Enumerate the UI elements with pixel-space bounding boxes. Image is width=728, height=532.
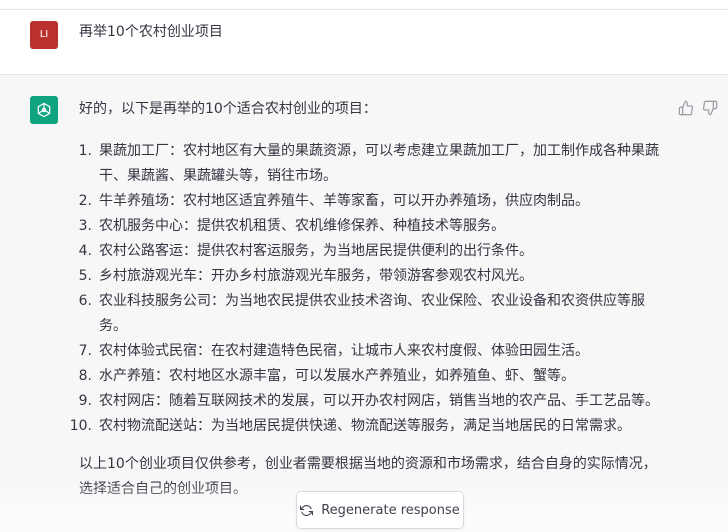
list-item-text: 牛羊养殖场：农村地区适宜养殖牛、羊等家畜，可以开办养殖场，供应肉制品。 [99, 193, 589, 209]
list-item: 7. 农村体验式民宿：在农村建造特色民宿，让城市人来农村度假、体验田园生活。 [79, 339, 669, 364]
list-item: 3. 农机服务中心：提供农机租赁、农机维修保养、种植技术等服务。 [79, 214, 669, 239]
list-item: 2. 牛羊养殖场：农村地区适宜养殖牛、羊等家畜，可以开办养殖场，供应肉制品。 [79, 189, 669, 214]
list-item-text: 农业科技服务公司：为当地农民提供农业技术咨询、农业保险、农业设备和农资供应等服务… [99, 293, 645, 334]
list-item-text: 农村网店：随着互联网技术的发展，可以开办农村网店，销售当地的农产品、手工艺品等。 [99, 393, 659, 409]
list-item-text: 农村物流配送站：为当地居民提供快递、物流配送等服务，满足当地居民的日常需求。 [99, 418, 631, 434]
list-number: 1. [78, 143, 92, 159]
thumbs-up-icon[interactable] [678, 100, 694, 116]
regenerate-response-button[interactable]: Regenerate response [296, 491, 464, 529]
top-divider [0, 0, 728, 10]
user-message-text: 再举10个农村创业项目 [79, 24, 223, 40]
list-number: 9. [78, 393, 92, 409]
list-number: 5. [78, 268, 92, 284]
list-item: 10. 农村物流配送站：为当地居民提供快递、物流配送等服务，满足当地居民的日常需求… [70, 414, 669, 439]
list-item: 5. 乡村旅游观光车：开办乡村旅游观光车服务，带领游客参观农村风光。 [79, 264, 669, 289]
assistant-message-content: 好的，以下是再举的10个适合农村创业的项目： 1. 果蔬加工厂：农村地区有大量的果… [70, 97, 669, 502]
assistant-intro: 好的，以下是再举的10个适合农村创业的项目： [79, 101, 377, 117]
list-number: 4. [78, 243, 92, 259]
list-number: 10. [69, 418, 92, 434]
user-message-row: LI 再举10个农村创业项目 [0, 10, 728, 75]
feedback-buttons [678, 100, 718, 116]
list-item-text: 农村公路客运：提供农村客运服务，为当地居民提供便利的出行条件。 [99, 243, 533, 259]
regenerate-label: Regenerate response [321, 502, 460, 518]
list-item-text: 农村体验式民宿：在农村建造特色民宿，让城市人来农村度假、体验田园生活。 [99, 343, 589, 359]
list-item-text: 乡村旅游观光车：开办乡村旅游观光车服务，带领游客参观农村风光。 [99, 268, 533, 284]
list-number: 2. [78, 193, 92, 209]
list-number: 6. [78, 293, 92, 309]
list-item-text: 果蔬加工厂：农村地区有大量的果蔬资源，可以考虑建立果蔬加工厂，加工制作成各种果蔬… [99, 143, 659, 184]
user-avatar: LI [30, 21, 58, 49]
list-item: 8. 水产养殖：农村地区水源丰富，可以发展水产养殖业，如养殖鱼、虾、蟹等。 [79, 364, 669, 389]
openai-logo-icon [30, 96, 58, 124]
list-number: 8. [78, 368, 92, 384]
list-item-text: 农机服务中心：提供农机租赁、农机维修保养、种植技术等服务。 [99, 218, 505, 234]
refresh-icon [300, 504, 314, 517]
list-item: 6. 农业科技服务公司：为当地农民提供农业技术咨询、农业保险、农业设备和农资供应等… [79, 289, 669, 339]
thumbs-down-icon[interactable] [702, 100, 718, 116]
list-number: 3. [78, 218, 92, 234]
list-item-text: 水产养殖：农村地区水源丰富，可以发展水产养殖业，如养殖鱼、虾、蟹等。 [99, 368, 575, 384]
assistant-message-row: 好的，以下是再举的10个适合农村创业的项目： 1. 果蔬加工厂：农村地区有大量的果… [0, 75, 728, 532]
list-item: 9. 农村网店：随着互联网技术的发展，可以开办农村网店，销售当地的农产品、手工艺品… [79, 389, 669, 414]
list-item: 1. 果蔬加工厂：农村地区有大量的果蔬资源，可以考虑建立果蔬加工厂，加工制作成各种… [79, 139, 669, 189]
project-list: 1. 果蔬加工厂：农村地区有大量的果蔬资源，可以考虑建立果蔬加工厂，加工制作成各种… [70, 139, 669, 439]
list-number: 7. [78, 343, 92, 359]
list-item: 4. 农村公路客运：提供农村客运服务，为当地居民提供便利的出行条件。 [79, 239, 669, 264]
